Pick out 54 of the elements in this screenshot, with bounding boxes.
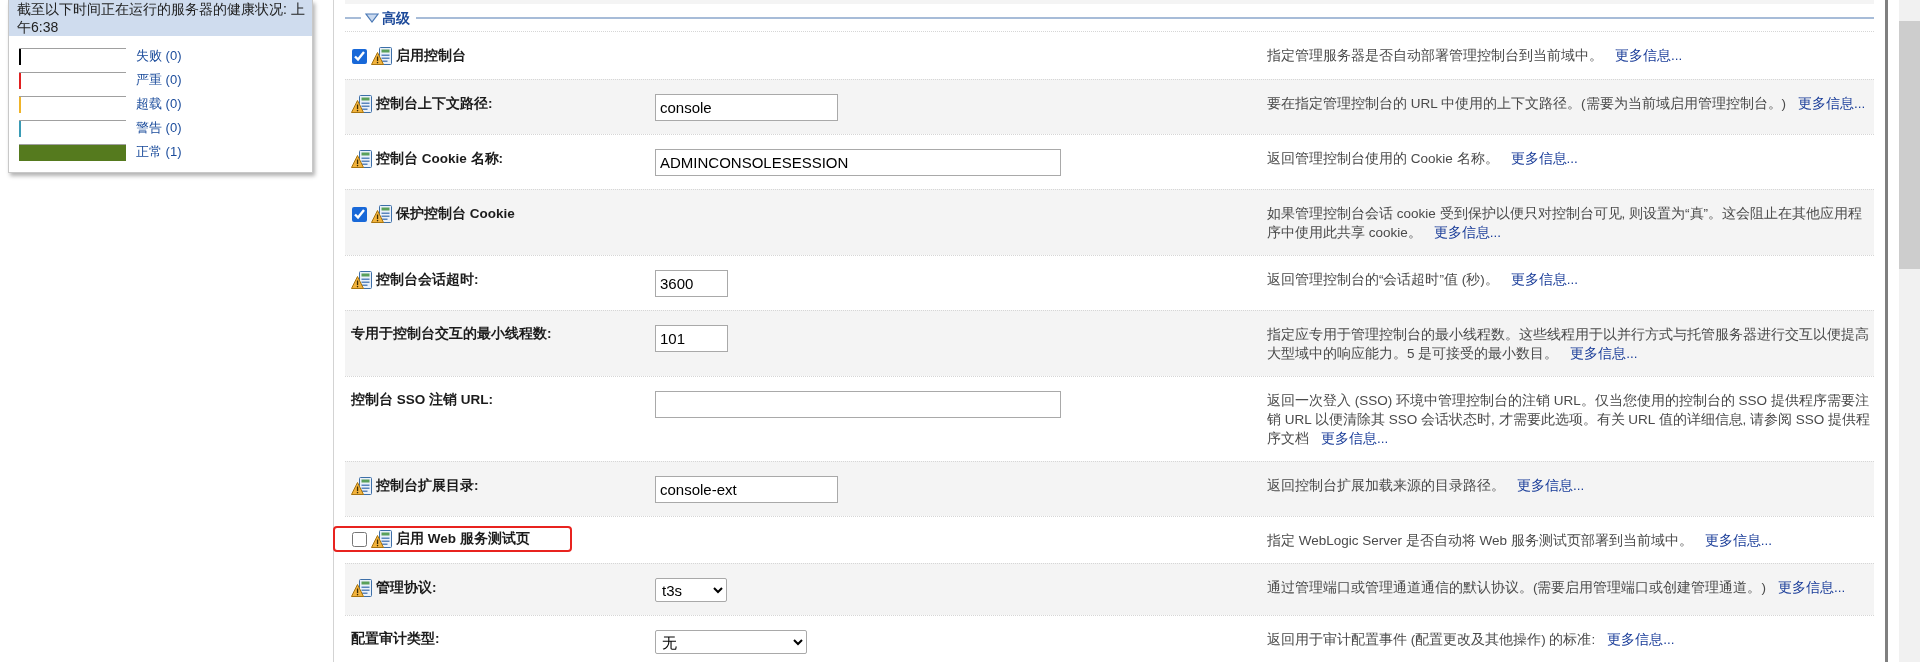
- more-info-link[interactable]: 更多信息...: [1607, 632, 1675, 647]
- text-field[interactable]: ADMINCONSOLESESSION: [655, 149, 1061, 176]
- field-label: 控制台扩展目录:: [376, 477, 479, 495]
- health-legend-link[interactable]: 严重 (0): [136, 71, 182, 89]
- field-label: 专用于控制台交互的最小线程数:: [351, 325, 552, 343]
- more-info-link[interactable]: 更多信息...: [1433, 225, 1502, 240]
- field-label: 保护控制台 Cookie: [396, 205, 515, 223]
- field-label: 控制台 SSO 注销 URL:: [351, 391, 493, 409]
- section-title[interactable]: 高级: [382, 8, 410, 27]
- field-description: 指定应专用于管理控制台的最小线程数。这些线程用于以并行方式与托管服务器进行交互以便提高大型域中的响应能力。5 是可接受的最小数目。 更多信息...: [1267, 326, 1870, 363]
- field-description: 如果管理控制台会话 cookie 受到保护以便只对控制台可见, 则设置为“真”。这会阻止在其他应用程序中使用此共享 cookie。 更多信息...: [1267, 205, 1864, 242]
- field-description: 指定 WebLogic Server 是否自动将 Web 服务测试页部署到当前域中。 更多信息...: [1267, 532, 1774, 550]
- scrollbar-thumb[interactable]: [1899, 21, 1920, 269]
- text-field[interactable]: console-ext: [655, 476, 838, 503]
- field-label: 控制台会话超时:: [376, 271, 479, 289]
- text-field[interactable]: console: [655, 94, 838, 121]
- more-info-link[interactable]: 更多信息...: [1321, 431, 1389, 446]
- field-description: 返回一次登入 (SSO) 环境中管理控制台的注销 URL。仅当您使用的控制台的 SSO 提供程序需要注销 URL 以便清除其 SSO 会话状态时, 才需要此选项。有关 URL 值的详细信息, 请参阅 SSO 提供程序文档 更多信息...: [1267, 392, 1872, 448]
- more-info-link[interactable]: 更多信息...: [1510, 151, 1578, 166]
- field-label: 控制台上下文路径:: [376, 95, 493, 113]
- field-description: 返回管理控制台的“会话超时”值 (秒)。 更多信息...: [1267, 271, 1579, 289]
- text-field[interactable]: [655, 391, 1061, 418]
- field-description: 指定管理服务器是否自动部署管理控制台到当前域中。 更多信息...: [1267, 47, 1684, 65]
- text-field[interactable]: 101: [655, 325, 728, 352]
- more-info-link[interactable]: 更多信息...: [1510, 272, 1578, 287]
- field-description: 返回控制台扩展加载来源的目录路径。 更多信息...: [1267, 477, 1586, 495]
- scrollbar-track[interactable]: [1899, 0, 1920, 662]
- triangle-icon[interactable]: [365, 12, 379, 23]
- more-info-link[interactable]: 更多信息...: [1517, 478, 1585, 493]
- field-description: 通过管理端口或管理通道通信的默认协议。(需要启用管理端口或创建管理通道。) 更多信息...: [1267, 579, 1847, 597]
- health-panel-title: 截至以下时间正在运行的服务器的健康状况: 上午6:38: [9, 0, 312, 36]
- more-info-link[interactable]: 更多信息...: [1570, 346, 1638, 361]
- more-info-link[interactable]: 更多信息...: [1704, 533, 1773, 548]
- field-label: 启用控制台: [396, 47, 466, 65]
- health-legend-link[interactable]: 超载 (0): [136, 95, 182, 113]
- more-info-link[interactable]: 更多信息...: [1778, 580, 1846, 595]
- field-label: 控制台 Cookie 名称:: [376, 150, 503, 168]
- field-description: 返回管理控制台使用的 Cookie 名称。 更多信息...: [1267, 150, 1579, 168]
- more-info-link[interactable]: 更多信息...: [1798, 96, 1866, 111]
- field-label: 配置审计类型:: [351, 630, 440, 648]
- field-description: 要在指定管理控制台的 URL 中使用的上下文路径。(需要为当前域启用管理控制台。) 更多信息...: [1267, 95, 1867, 113]
- field-label: 启用 Web 服务测试页: [396, 530, 530, 548]
- checkbox[interactable]: [352, 48, 367, 64]
- checkbox[interactable]: [352, 206, 367, 222]
- field-label: 管理协议:: [376, 579, 437, 597]
- field-description: 返回用于审计配置事件 (配置更改及其他操作) 的标准: 更多信息...: [1267, 631, 1676, 649]
- health-legend-link[interactable]: 正常 (1): [136, 143, 182, 161]
- checkbox[interactable]: [352, 531, 367, 547]
- text-field[interactable]: 3600: [655, 270, 728, 297]
- health-legend-link[interactable]: 失败 (0): [136, 47, 182, 65]
- dropdown[interactable]: 无: [655, 630, 807, 654]
- dropdown[interactable]: t3s: [655, 578, 727, 602]
- more-info-link[interactable]: 更多信息...: [1615, 48, 1683, 63]
- health-legend-link[interactable]: 警告 (0): [136, 119, 182, 137]
